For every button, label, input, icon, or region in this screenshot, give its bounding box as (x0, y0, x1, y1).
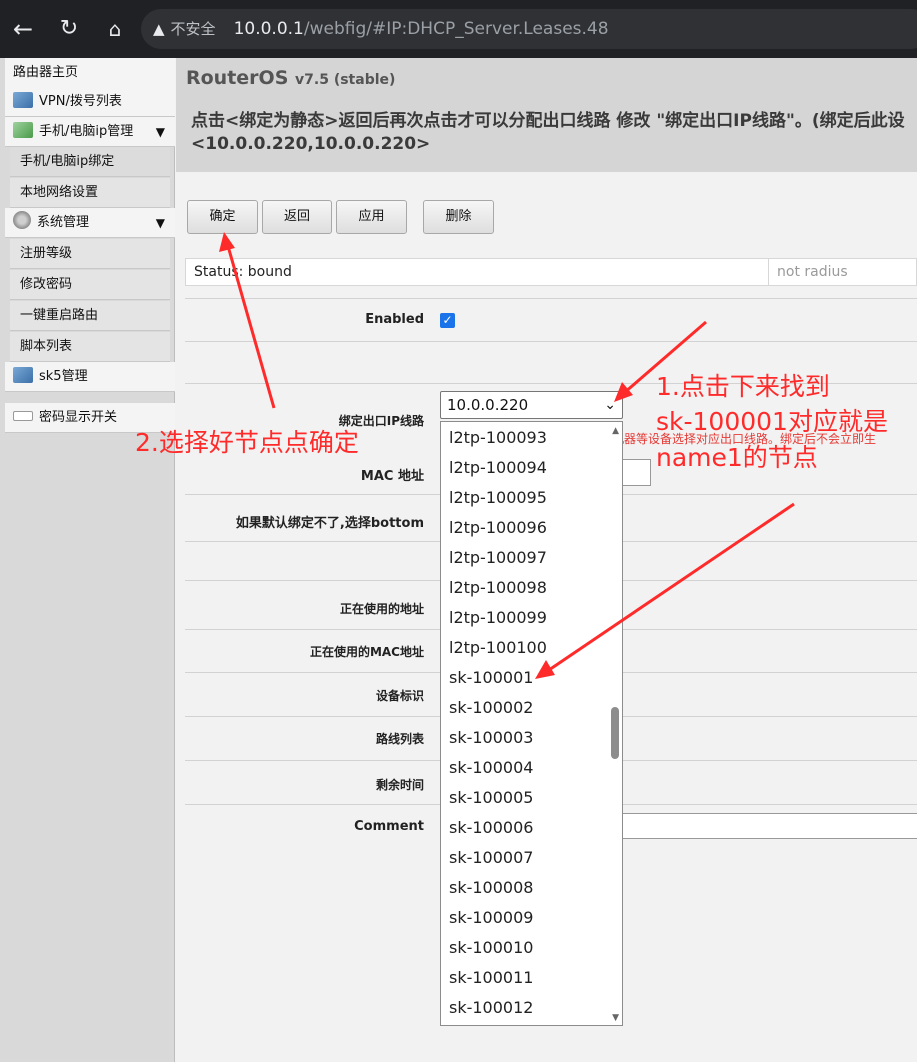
annotation-step2: 2.选择好节点点确定 (135, 428, 359, 457)
annotation-arrows (219, 232, 795, 679)
arrow-head-icon (219, 232, 235, 252)
annotation-step1-line1: 1.点击下来找到 (656, 372, 830, 401)
annotation-step1-line2: sk-100001对应就是 (656, 407, 888, 436)
arrow-to-confirm (226, 245, 276, 409)
annotation-step1-line3: name1的节点 (656, 443, 818, 472)
arrow-to-option (545, 502, 795, 674)
arrow-head-icon (614, 382, 633, 402)
